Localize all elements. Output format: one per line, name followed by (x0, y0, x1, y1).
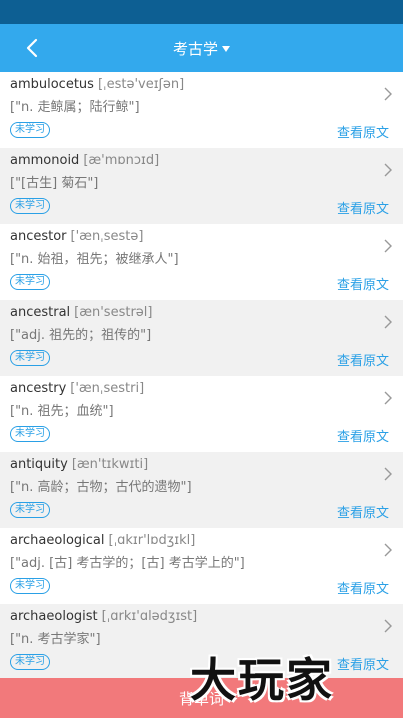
status-badge: 未学习 (10, 426, 50, 442)
chevron-left-icon (26, 38, 38, 58)
word-text: ambulocetus (10, 77, 94, 92)
phonetic-text: [æn'sestrəl] (74, 305, 153, 320)
meaning-text: ["n. 祖先；血统"] (10, 404, 114, 419)
status-badge: 未学习 (10, 198, 50, 214)
word-text: antiquity (10, 457, 68, 472)
word-row[interactable]: ancestor ['ænˌsestə] ["n. 始祖，祖先；被继承人"] 未学… (0, 224, 403, 300)
view-original-link[interactable]: 查看原文 (337, 274, 389, 293)
meaning-text: ["adj. 祖先的；祖传的"] (10, 328, 152, 343)
phonetic-text: ['ænˌsestə] (70, 229, 144, 244)
chevron-right-icon (384, 87, 392, 101)
status-badge: 未学习 (10, 122, 50, 138)
phonetic-text: [ˌestə'veɪʃən] (97, 77, 185, 92)
status-badge: 未学习 (10, 502, 50, 518)
word-row[interactable]: ancestry ['ænˌsestri] ["n. 祖先；血统"] 未学习 查看… (0, 376, 403, 452)
status-bar (0, 0, 403, 24)
word-row[interactable]: ammonoid [æ'mɒnɔɪd] ["[古生] 菊石"] 未学习 查看原文 (0, 148, 403, 224)
word-list: ambulocetus [ˌestə'veɪʃən] ["n. 走鲸属；陆行鲸"]… (0, 72, 403, 678)
phonetic-text: ['ænˌsestri] (70, 381, 145, 396)
meaning-text: ["n. 走鲸属；陆行鲸"] (10, 100, 140, 115)
word-line: archaeologist [ˌɑrkɪ'ɑlədʒɪst] (10, 609, 197, 624)
phonetic-text: [ˌɑrkɪ'ɑlədʒɪst] (101, 609, 198, 624)
word-text: archaeologist (10, 609, 98, 624)
status-badge: 未学习 (10, 274, 50, 290)
title-dropdown: 考古学 (0, 24, 403, 72)
status-badge: 未学习 (10, 578, 50, 594)
word-text: ancestral (10, 305, 71, 320)
word-row[interactable]: ambulocetus [ˌestə'veɪʃən] ["n. 走鲸属；陆行鲸"]… (0, 72, 403, 148)
chevron-right-icon (384, 391, 392, 405)
word-line: archaeological [ˌɑkɪr'lɒdʒɪkl] (10, 533, 195, 548)
meaning-text: ["n. 考古学家"] (10, 632, 101, 647)
meaning-text: ["n. 始祖，祖先；被继承人"] (10, 252, 179, 267)
word-text: ancestry (10, 381, 67, 396)
word-line: ambulocetus [ˌestə'veɪʃən] (10, 77, 184, 92)
status-badge: 未学习 (10, 350, 50, 366)
word-text: archaeological (10, 533, 105, 548)
status-badge: 未学习 (10, 654, 50, 670)
word-text: ammonoid (10, 153, 80, 168)
meaning-text: ["adj. [古] 考古学的；[古] 考古学上的"] (10, 556, 245, 571)
word-line: ammonoid [æ'mɒnɔɪd] (10, 153, 159, 168)
word-row[interactable]: archaeological [ˌɑkɪr'lɒdʒɪkl] ["adj. [古]… (0, 528, 403, 604)
caret-down-icon[interactable] (222, 46, 230, 52)
phonetic-text: [ˌɑkɪr'lɒdʒɪkl] (108, 533, 196, 548)
view-original-link[interactable]: 查看原文 (337, 578, 389, 597)
chevron-right-icon (384, 163, 392, 177)
word-line: antiquity [æn'tɪkwɪti] (10, 457, 148, 472)
view-original-link[interactable]: 查看原文 (337, 122, 389, 141)
meaning-text: ["n. 高龄；古物；古代的遗物"] (10, 480, 192, 495)
chevron-right-icon (384, 467, 392, 481)
watermark-text: 大玩家 (190, 653, 334, 707)
back-button[interactable] (18, 34, 46, 62)
view-original-link[interactable]: 查看原文 (337, 350, 389, 369)
page-title[interactable]: 考古学 (173, 38, 218, 59)
word-row[interactable]: antiquity [æn'tɪkwɪti] ["n. 高龄；古物；古代的遗物"]… (0, 452, 403, 528)
word-row[interactable]: ancestral [æn'sestrəl] ["adj. 祖先的；祖传的"] 未… (0, 300, 403, 376)
nav-bar: 考古学 (0, 24, 403, 72)
word-line: ancestry ['ænˌsestri] (10, 381, 144, 396)
view-original-link[interactable]: 查看原文 (337, 502, 389, 521)
chevron-right-icon (384, 315, 392, 329)
word-line: ancestor ['ænˌsestə] (10, 229, 143, 244)
meaning-text: ["[古生] 菊石"] (10, 176, 99, 191)
view-original-link[interactable]: 查看原文 (337, 654, 389, 673)
phonetic-text: [æn'tɪkwɪti] (71, 457, 149, 472)
chevron-right-icon (384, 239, 392, 253)
word-line: ancestral [æn'sestrəl] (10, 305, 152, 320)
chevron-right-icon (384, 543, 392, 557)
phonetic-text: [æ'mɒnɔɪd] (83, 153, 160, 168)
word-text: ancestor (10, 229, 67, 244)
view-original-link[interactable]: 查看原文 (337, 426, 389, 445)
chevron-right-icon (384, 619, 392, 633)
view-original-link[interactable]: 查看原文 (337, 198, 389, 217)
